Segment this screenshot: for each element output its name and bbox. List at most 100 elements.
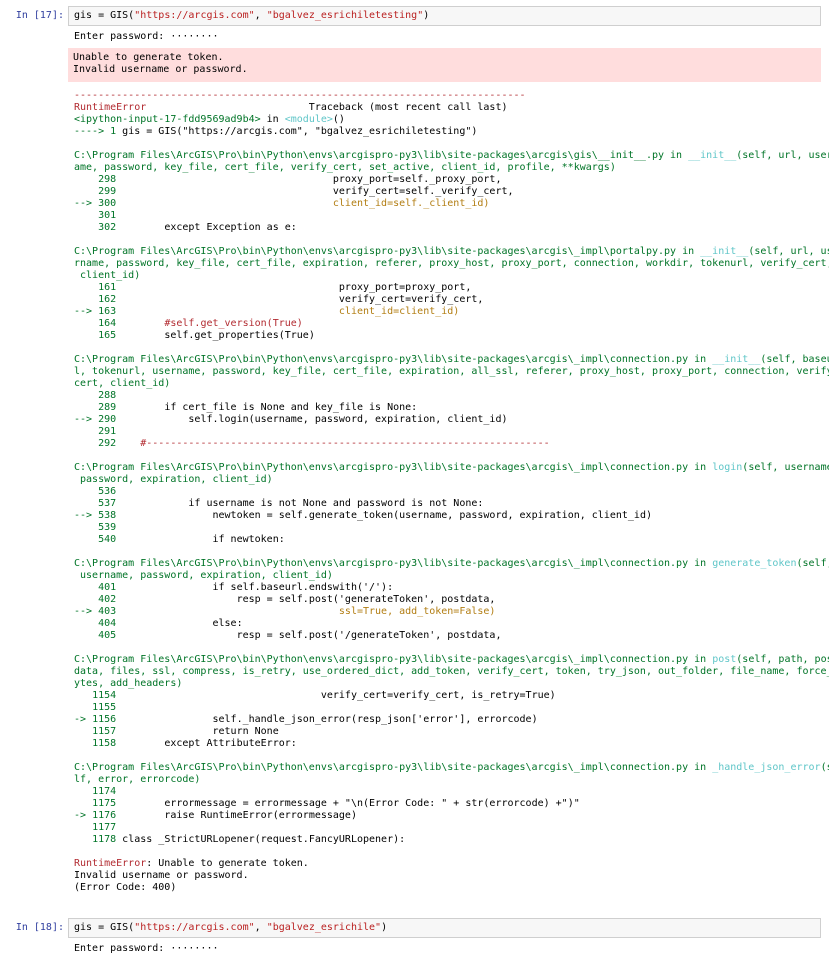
line-arrow bbox=[74, 390, 98, 401]
frame-signature: lf, error, errorcode) bbox=[74, 774, 819, 786]
frame-function: generate_token bbox=[712, 558, 797, 569]
frame-signature: cert, client_id) bbox=[74, 378, 819, 390]
line-number: 292 bbox=[98, 438, 117, 449]
line-code: newtoken = self.generate_token(username,… bbox=[116, 510, 652, 521]
frame-path: ytes, add_headers) bbox=[74, 678, 183, 689]
line-arrow bbox=[74, 486, 98, 497]
line-number: 1154 bbox=[92, 690, 117, 701]
code-line: 1174 bbox=[74, 786, 819, 798]
code-line: 288 bbox=[74, 390, 819, 402]
frame-args: (self, url, use bbox=[748, 246, 829, 257]
line-arrow: --> bbox=[74, 306, 99, 317]
line-arrow bbox=[74, 582, 98, 593]
line-number: 539 bbox=[98, 522, 117, 533]
frame-signature: username, password, expiration, client_i… bbox=[74, 570, 819, 582]
line-number: 165 bbox=[98, 330, 117, 341]
frame-path: C:\Program Files\ArcGIS\Pro\bin\Python\e… bbox=[74, 246, 701, 257]
frame-signature: C:\Program Files\ArcGIS\Pro\bin\Python\e… bbox=[74, 462, 829, 474]
line-code: if newtoken: bbox=[116, 534, 285, 545]
stderr-output: Unable to generate token. Invalid userna… bbox=[68, 48, 821, 82]
frame-signature: ame, password, key_file, cert_file, veri… bbox=[74, 162, 819, 174]
line-number: 1175 bbox=[92, 798, 117, 809]
code-line: 1155 bbox=[74, 702, 819, 714]
frame-path: C:\Program Files\ArcGIS\Pro\bin\Python\e… bbox=[74, 462, 713, 473]
code-string: "https://arcgis.com" bbox=[134, 922, 255, 933]
in-word: in bbox=[260, 114, 285, 125]
frame-path: data, files, ssl, compress, is_retry, us… bbox=[74, 666, 829, 677]
frame-signature: data, files, ssl, compress, is_retry, us… bbox=[74, 666, 829, 678]
line-arrow bbox=[74, 282, 98, 293]
line-code: self._handle_json_error(resp_json['error… bbox=[116, 714, 538, 725]
traceback-line: ----> 1 gis = GIS("https://arcgis.com", … bbox=[74, 126, 819, 138]
frame-signature: ytes, add_headers) bbox=[74, 678, 819, 690]
traceback: ----------------------------------------… bbox=[74, 90, 829, 894]
line-arrow bbox=[74, 834, 92, 845]
line-code: except Exception as e: bbox=[116, 222, 297, 233]
line-number: 290 bbox=[98, 414, 117, 425]
frame-path: rname, password, key_file, cert_file, ex… bbox=[74, 258, 829, 269]
code-line: 162 verify_cert=verify_cert, bbox=[74, 294, 819, 306]
code-text: ) bbox=[381, 922, 388, 933]
frame-path: C:\Program Files\ArcGIS\Pro\bin\Python\e… bbox=[74, 762, 713, 773]
code-line: 402 resp = self.post('generateToken', po… bbox=[74, 594, 819, 606]
line-code: else: bbox=[116, 618, 243, 629]
frame-path: C:\Program Files\ArcGIS\Pro\bin\Python\e… bbox=[74, 150, 689, 161]
line-number: 163 bbox=[98, 306, 117, 317]
frame-signature: C:\Program Files\ArcGIS\Pro\bin\Python\e… bbox=[74, 246, 829, 258]
code-line: 292 #-----------------------------------… bbox=[74, 438, 819, 450]
line-code: if self.baseurl.endswith('/'): bbox=[116, 582, 394, 593]
line-arrow bbox=[74, 786, 92, 797]
frame-function: __init__ bbox=[688, 150, 737, 161]
code-input[interactable]: gis = GIS("https://arcgis.com", "bgalvez… bbox=[68, 918, 821, 938]
traceback-frame: C:\Program Files\ArcGIS\Pro\bin\Python\e… bbox=[74, 138, 829, 234]
frame-function: login bbox=[712, 462, 743, 473]
line-arrow bbox=[74, 618, 98, 629]
line-code: gis = GIS("https://arcgis.com", "bgalvez… bbox=[122, 126, 478, 137]
code-text: ) bbox=[423, 10, 430, 21]
module-name: <module> bbox=[284, 114, 333, 125]
traceback-frame: C:\Program Files\ArcGIS\Pro\bin\Python\e… bbox=[74, 450, 829, 546]
line-number: 289 bbox=[98, 402, 117, 413]
line-code: if cert_file is None and key_file is Non… bbox=[116, 402, 418, 413]
frame-signature: C:\Program Files\ArcGIS\Pro\bin\Python\e… bbox=[74, 654, 829, 666]
module-paren: () bbox=[332, 114, 345, 125]
frame-path: lf, error, errorcode) bbox=[74, 774, 201, 785]
line-code: verify_cert=verify_cert, is_retry=True) bbox=[116, 690, 556, 701]
line-arrow bbox=[74, 186, 98, 197]
code-text: gis = GIS( bbox=[74, 10, 135, 21]
traceback-title: Traceback (most recent call last) bbox=[146, 102, 508, 113]
password-prompt: Enter password: ········ bbox=[74, 943, 219, 954]
code-line: 1154 verify_cert=verify_cert, is_retry=T… bbox=[74, 690, 819, 702]
line-number: 1157 bbox=[92, 726, 117, 737]
code-line: 404 else: bbox=[74, 618, 819, 630]
line-number: 402 bbox=[98, 594, 117, 605]
line-code: #---------------------------------------… bbox=[116, 438, 550, 449]
password-prompt: Enter password: ········ bbox=[74, 31, 219, 42]
code-input[interactable]: gis = GIS("https://arcgis.com", "bgalvez… bbox=[68, 6, 821, 26]
code-line: --> 290 self.login(username, password, e… bbox=[74, 414, 819, 426]
line-arrow bbox=[74, 330, 98, 341]
line-number: 538 bbox=[98, 510, 117, 521]
frame-args: (self, path, post bbox=[736, 654, 829, 665]
code-line: 161 proxy_port=proxy_port, bbox=[74, 282, 819, 294]
line-arrow: -> bbox=[74, 714, 93, 725]
line-code: resp = self.post('generateToken', postda… bbox=[116, 594, 496, 605]
code-line: -> 1156 self._handle_json_error(resp_jso… bbox=[74, 714, 819, 726]
frame-path: l, tokenurl, username, password, key_fil… bbox=[74, 366, 829, 377]
line-arrow bbox=[74, 294, 98, 305]
line-number: 302 bbox=[98, 222, 117, 233]
line-code: #self.get_version(True) bbox=[116, 318, 303, 329]
code-line: 537 if username is not None and password… bbox=[74, 498, 819, 510]
line-arrow bbox=[74, 822, 92, 833]
line-code: except AttributeError: bbox=[116, 738, 297, 749]
final-error: RuntimeError: Unable to generate token. … bbox=[74, 858, 819, 894]
line-arrow: --> bbox=[74, 510, 99, 521]
code-line: 165 self.get_properties(True) bbox=[74, 330, 819, 342]
line-arrow: --> bbox=[74, 198, 99, 209]
final-error-name: RuntimeError bbox=[74, 858, 147, 869]
line-code: client_id=self._client_id) bbox=[116, 198, 490, 209]
